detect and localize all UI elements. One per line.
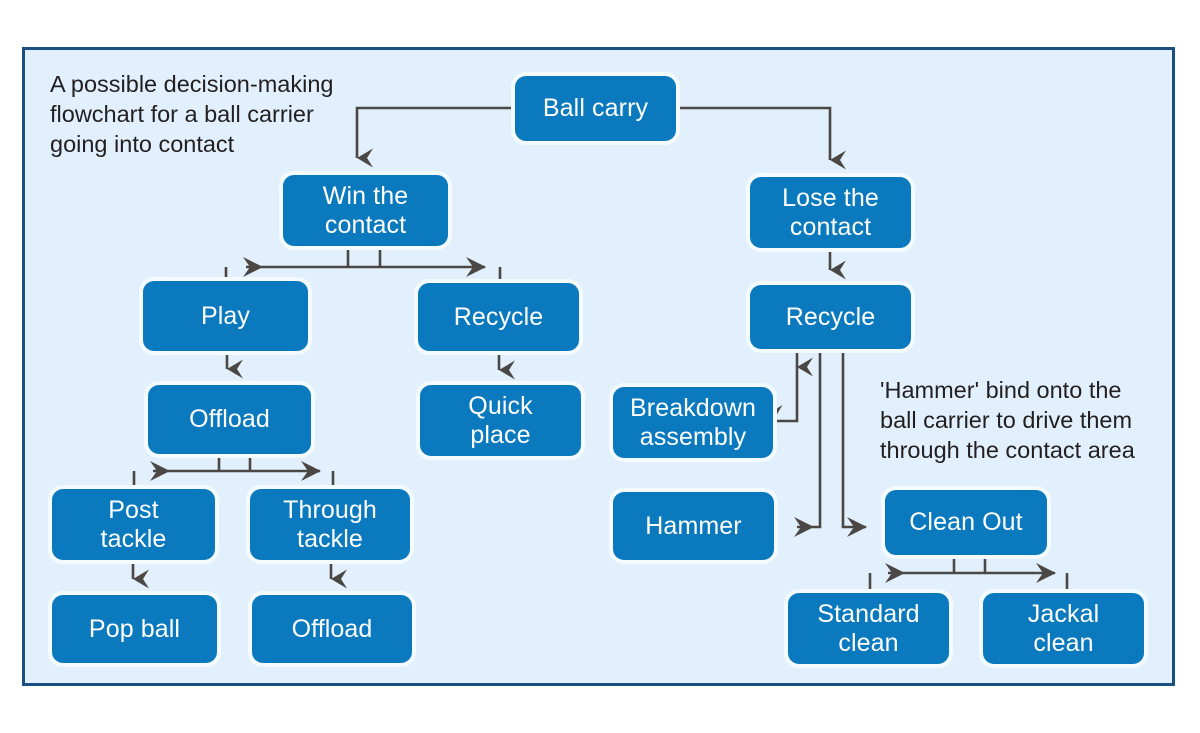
node-clean-out[interactable]: Clean Out <box>885 490 1047 555</box>
node-play[interactable]: Play <box>143 281 308 351</box>
node-ball-carry[interactable]: Ball carry <box>515 76 676 141</box>
node-lose-the-contact[interactable]: Lose the contact <box>750 177 911 248</box>
hammer-note-caption: 'Hammer' bind onto the ball carrier to d… <box>880 377 1135 463</box>
node-recycle-right[interactable]: Recycle <box>750 285 911 349</box>
title-caption: A possible decision-making flowchart for… <box>50 71 334 157</box>
node-win-the-contact[interactable]: Win the contact <box>283 175 448 246</box>
node-offload-lower[interactable]: Offload <box>252 595 412 663</box>
node-breakdown-assembly[interactable]: Breakdown assembly <box>613 387 773 458</box>
node-standard-clean[interactable]: Standard clean <box>788 593 949 664</box>
flowchart-canvas: A possible decision-making flowchart for… <box>0 0 1200 733</box>
node-through-tackle[interactable]: Through tackle <box>250 489 410 560</box>
node-recycle-left[interactable]: Recycle <box>418 283 579 351</box>
node-hammer[interactable]: Hammer <box>613 492 774 560</box>
node-offload-upper[interactable]: Offload <box>148 385 311 454</box>
node-pop-ball[interactable]: Pop ball <box>52 595 217 663</box>
node-post-tackle[interactable]: Post tackle <box>52 489 215 560</box>
node-quick-place[interactable]: Quick place <box>420 385 581 456</box>
node-jackal-clean[interactable]: Jackal clean <box>983 593 1144 664</box>
